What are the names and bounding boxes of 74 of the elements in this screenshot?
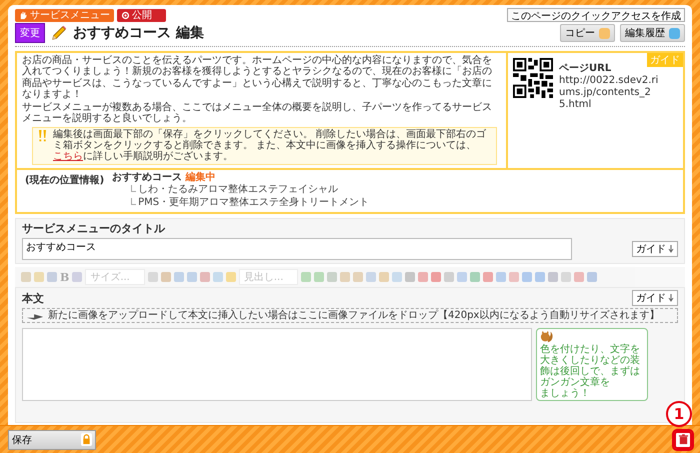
toolbar-icon[interactable] — [200, 272, 210, 282]
toolbar-icon[interactable] — [353, 272, 364, 282]
animal-icon — [540, 330, 554, 344]
arrow-icon — [668, 245, 674, 254]
guide-button[interactable]: ガイド — [632, 241, 678, 258]
toolbar-icon[interactable] — [47, 272, 57, 282]
toolbar-icon[interactable] — [418, 272, 428, 282]
toolbar-icon[interactable] — [34, 272, 44, 282]
toolbar-icon[interactable] — [186, 272, 197, 282]
toolbar-button[interactable]: 編集履歴 — [620, 24, 685, 42]
url-label: ページURL — [559, 62, 612, 75]
toolbar-icon[interactable] — [509, 272, 520, 282]
guide-tag: ガイド — [647, 53, 683, 67]
toolbar-icon[interactable] — [340, 272, 350, 282]
child-page: しわ・たるみアロマ整体エステフェイシャル — [130, 183, 370, 196]
toolbar-icon[interactable] — [470, 272, 480, 282]
toolbar-icon[interactable] — [160, 272, 171, 282]
toolbar-icon[interactable] — [366, 272, 376, 282]
location-label: (現在の位置情報) — [25, 174, 104, 188]
current-page: おすすめコース 編集中 — [112, 172, 217, 184]
guide-text: お店の商品・サービスのことを伝えるパーツです。ホームページの中心的な内容になりますので、気合を入れてつくりましょう！新規のお客様を獲得しようとするとヤラシクなるので、現在のお客様に「お店の商品やサービスは、こうなっているんですよー」という心構えで説明すると、丁寧な心のこもった文章になりますよ！ — [22, 55, 493, 100]
quick-access-button[interactable]: このページのクイックアクセスを作成 — [507, 8, 685, 22]
page-title: おすすめコース 編集 — [73, 24, 204, 42]
status-label: 公開 — [132, 9, 152, 22]
section-heading: 本文 — [22, 290, 44, 306]
arrow-icon — [26, 312, 44, 320]
toolbar-icon[interactable] — [327, 272, 338, 282]
mode-badge: 変更 — [15, 23, 45, 43]
toolbar-icon[interactable] — [457, 272, 468, 282]
toolbar-icon[interactable] — [392, 272, 402, 282]
arrow-icon — [668, 294, 674, 302]
toolbar-icon[interactable] — [379, 272, 390, 282]
category-label: サービスメニュー — [30, 9, 110, 22]
toolbar-icon[interactable] — [561, 272, 572, 282]
toolbar-icon[interactable] — [148, 272, 158, 282]
toolbar-icon[interactable] — [444, 272, 454, 282]
toolbar-icon[interactable] — [21, 272, 31, 282]
toolbar-icon[interactable] — [212, 272, 223, 282]
toolbar-icon[interactable] — [226, 272, 236, 282]
drop-zone[interactable]: 新たに画像をアップロードして本文に挿入したい場合はここに画像ファイルをドロップ【420px以内になるよう自動リサイズされます】 — [22, 308, 678, 324]
tip-text: 色を付けたり、文字を大きくしたりなどの装飾は後回しで、まずはガンガン文章を — [540, 344, 641, 388]
guide-text: サービスメニューが複数ある場合、ここではメニュー全体の概要を説明し、子パーツを作ってるサービスメニューを説明すると良いでしょう。 — [22, 102, 493, 125]
toolbar-icon[interactable] — [483, 272, 494, 282]
pencil-icon — [50, 24, 68, 42]
toolbar-icon[interactable] — [574, 272, 584, 282]
page-url: http://0022.sdev2.riums.jp/contents_25.html — [559, 75, 659, 111]
toolbar-icon[interactable] — [174, 272, 184, 282]
body-editor[interactable] — [22, 328, 532, 402]
toolbar-icon[interactable] — [314, 272, 324, 282]
help-link[interactable]: こちら — [53, 151, 83, 162]
trash-button[interactable] — [674, 430, 692, 448]
drop-hint: 新たに画像をアップロードして本文に挿入したい場合はここに画像ファイルをドロップ【420px以内になるよう自動リサイズされます】 — [48, 310, 660, 322]
guide-button[interactable]: ガイド — [632, 290, 678, 306]
notice-text: 編集後は画面最下部の「保存」をクリックしてください。 削除したい場合は、画面最下部右のゴミ箱ボタンをクリックすると削除できます。 また、本文中に画像を挿入する操作については、 こちら に詳しい手順説明がございます。 — [53, 128, 488, 163]
toolbar-icon[interactable] — [405, 272, 416, 282]
toolbar-icon[interactable] — [72, 272, 82, 282]
toolbar-icon[interactable] — [496, 272, 506, 282]
child-page: PMS・更年期アロマ整体エステ全身トリートメント — [130, 196, 370, 210]
exclamation-icon — [37, 128, 49, 143]
section-heading: サービスメニューのタイトル — [22, 221, 166, 236]
trash-icon — [678, 434, 688, 445]
toolbar-icon[interactable] — [587, 272, 598, 282]
toolbar-icon[interactable] — [301, 272, 312, 282]
toolbar-icon[interactable] — [522, 272, 532, 282]
toolbar-icon[interactable] — [548, 272, 558, 282]
qr-code — [513, 58, 553, 98]
tip-text: ましょう！ — [540, 388, 591, 400]
title-field[interactable]: おすすめコース — [22, 238, 572, 260]
toolbar-icon[interactable] — [535, 272, 546, 282]
lock-icon — [81, 433, 92, 446]
toolbar-button[interactable]: コピー — [560, 24, 615, 42]
toolbar-icon[interactable] — [431, 272, 442, 282]
save-button[interactable]: 保存 — [8, 430, 96, 450]
hand-icon — [19, 10, 28, 20]
